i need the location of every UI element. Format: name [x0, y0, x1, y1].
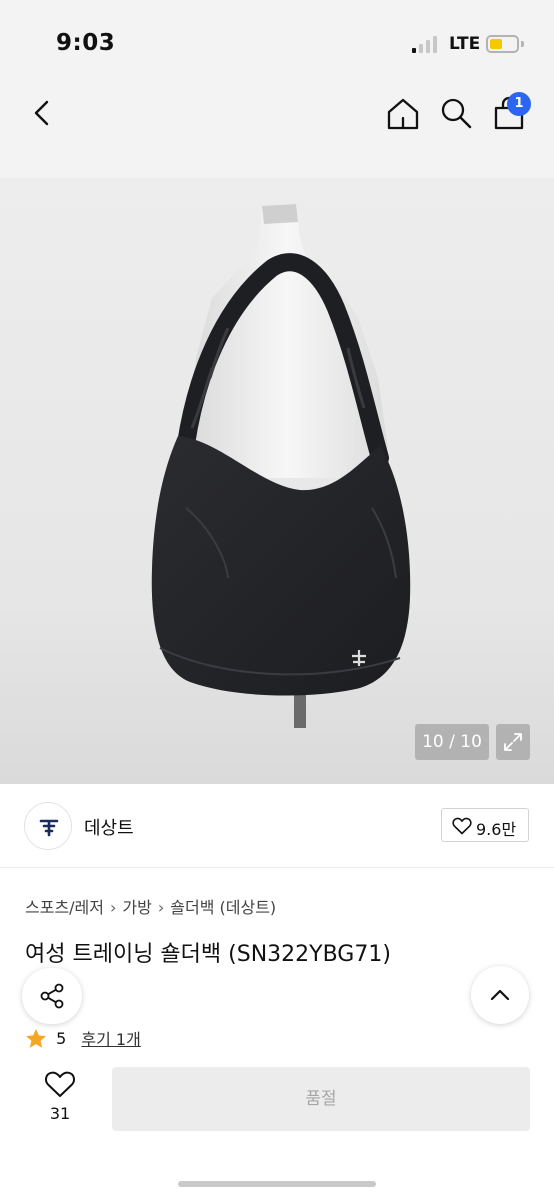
- cart-count-badge: 1: [507, 92, 531, 116]
- nav-bar: 1: [0, 80, 554, 178]
- review-count-link[interactable]: 후기 1개: [81, 1026, 140, 1050]
- expand-icon: [504, 733, 522, 751]
- home-indicator: [178, 1181, 376, 1187]
- signal-icon: [412, 36, 442, 53]
- wish-button[interactable]: 31: [38, 1068, 82, 1128]
- status-bar: 9:03 LTE: [0, 0, 554, 80]
- chevron-right-icon: ›: [110, 898, 117, 917]
- home-icon[interactable]: [384, 95, 422, 133]
- wish-count: 31: [49, 1104, 71, 1123]
- sold-out-button[interactable]: 품절: [112, 1067, 530, 1131]
- battery-icon: [486, 35, 519, 53]
- scroll-top-button[interactable]: [471, 966, 529, 1024]
- rating-row: 5 후기 1개: [25, 1026, 141, 1052]
- chevron-left-icon[interactable]: [26, 96, 60, 130]
- network-type: LTE: [449, 34, 481, 54]
- heart-icon: [452, 817, 472, 835]
- chevron-right-icon: ›: [157, 898, 165, 917]
- breadcrumb-item[interactable]: 가방: [122, 894, 151, 918]
- image-counter: 10 / 10: [415, 724, 489, 760]
- heart-icon: [45, 1071, 75, 1097]
- rating-score: 5: [56, 1028, 67, 1048]
- expand-button[interactable]: [496, 724, 530, 760]
- battery-cap: [521, 41, 524, 47]
- search-icon[interactable]: [438, 95, 474, 131]
- status-time: 9:03: [56, 30, 116, 56]
- breadcrumb: 스포츠/레저 › 가방 › 숄더백 (데상트): [25, 894, 276, 918]
- brand-name[interactable]: 데상트: [84, 814, 134, 840]
- descente-logo-icon: [39, 819, 59, 837]
- brand-row[interactable]: 데상트 9.6만: [0, 784, 554, 868]
- breadcrumb-item[interactable]: 스포츠/레저: [25, 894, 104, 918]
- product-title: 여성 트레이닝 숄더백 (SN322YBG71): [25, 942, 391, 967]
- brand-like-button[interactable]: 9.6만: [441, 808, 529, 842]
- brand-logo[interactable]: [24, 802, 72, 850]
- product-image-gallery[interactable]: 10 / 10: [0, 178, 554, 784]
- product-photo: [151, 204, 411, 728]
- star-icon: [26, 1028, 46, 1048]
- breadcrumb-item[interactable]: 숄더백 (데상트): [170, 894, 276, 918]
- chevron-up-icon: [490, 989, 510, 1001]
- brand-like-count: 9.6만: [476, 820, 517, 839]
- share-button[interactable]: [22, 968, 82, 1024]
- share-icon: [40, 983, 64, 1009]
